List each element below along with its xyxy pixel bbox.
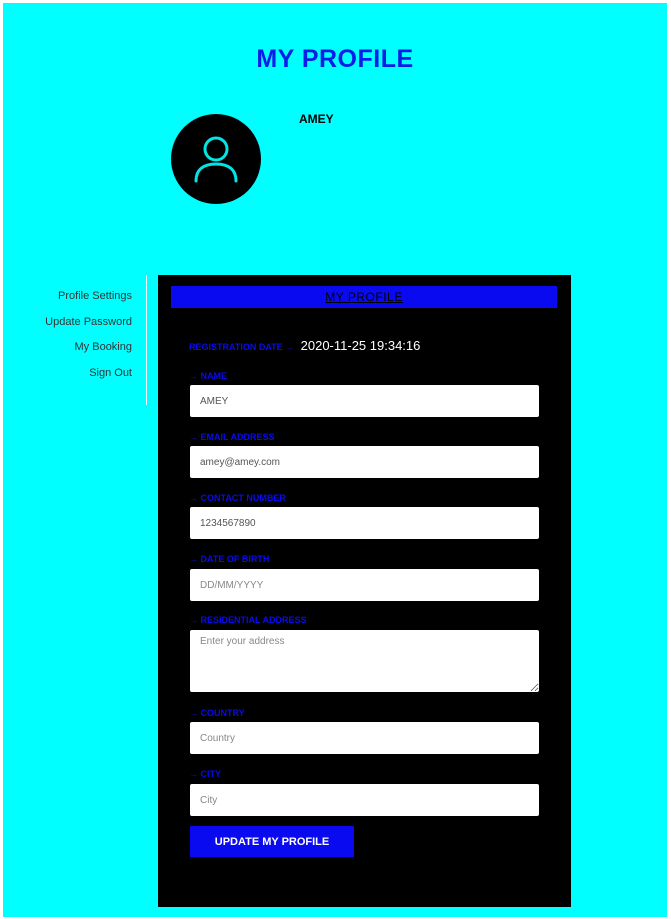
profile-form-panel: MY PROFILE REGISTRATION DATE → 2020-11-2… bbox=[158, 275, 571, 907]
city-label: → CITY bbox=[189, 769, 222, 779]
registration-value: 2020-11-25 19:34:16 bbox=[300, 338, 421, 353]
contact-label: → CONTACT NUMBER bbox=[189, 493, 286, 503]
dob-field[interactable] bbox=[190, 569, 539, 601]
sidebar: Profile Settings Update Password My Book… bbox=[33, 289, 132, 391]
country-label: → COUNTRY bbox=[189, 708, 245, 718]
registration-label: REGISTRATION DATE → bbox=[189, 342, 295, 352]
city-field[interactable] bbox=[190, 784, 539, 816]
name-field[interactable] bbox=[190, 385, 539, 417]
page-title: MY PROFILE bbox=[256, 45, 414, 73]
sidebar-divider bbox=[146, 275, 147, 405]
dob-label: → DATE OF BIRTH bbox=[189, 554, 270, 564]
user-icon bbox=[194, 136, 238, 183]
form-header: MY PROFILE bbox=[171, 286, 557, 308]
avatar bbox=[171, 114, 261, 204]
address-field[interactable] bbox=[190, 630, 539, 692]
country-field[interactable] bbox=[190, 722, 539, 754]
sidebar-item-my-booking[interactable]: My Booking bbox=[33, 340, 132, 366]
address-label: → RESIDENTIAL ADDRESS bbox=[189, 615, 307, 625]
contact-field[interactable] bbox=[190, 507, 539, 539]
sidebar-item-sign-out[interactable]: Sign Out bbox=[33, 366, 132, 392]
name-label: → NAME bbox=[189, 371, 227, 381]
profile-page: MY PROFILE AMEY Profile Settings Update … bbox=[3, 3, 667, 917]
sidebar-item-update-password[interactable]: Update Password bbox=[33, 315, 132, 341]
email-label: → EMAIL ADDRESS bbox=[189, 432, 275, 442]
update-profile-button[interactable]: UPDATE MY PROFILE bbox=[190, 826, 354, 857]
email-field[interactable] bbox=[190, 446, 539, 478]
sidebar-item-profile-settings[interactable]: Profile Settings bbox=[33, 289, 132, 315]
username: AMEY bbox=[299, 112, 334, 126]
registration-row: REGISTRATION DATE → 2020-11-25 19:34:16 bbox=[189, 337, 420, 355]
